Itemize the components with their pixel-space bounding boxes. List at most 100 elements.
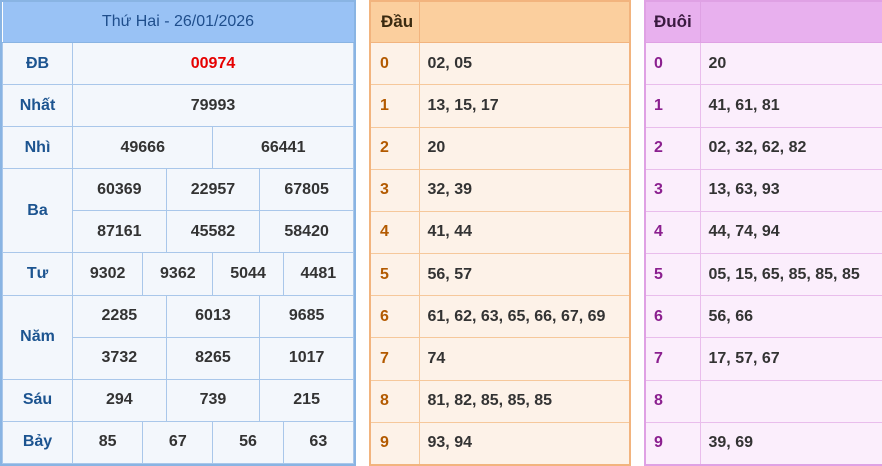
prize-label-nhi: Nhì: [2, 126, 73, 170]
table-row: 0 20: [646, 42, 882, 85]
dau-key: 6: [371, 295, 419, 338]
duoi-key: 7: [646, 337, 700, 381]
prize-value: 8265: [165, 336, 261, 380]
prize-label-ba: Ba: [2, 168, 73, 254]
special-prize-value: 00974: [72, 42, 354, 86]
duoi-key: 3: [646, 168, 700, 212]
table-row: 4 41, 44: [371, 210, 629, 254]
dau-key: 5: [371, 253, 419, 296]
dau-value: 02, 05: [418, 42, 629, 85]
prize-value: 56: [212, 420, 284, 465]
dau-key: 7: [371, 337, 419, 381]
table-row: 4 44, 74, 94: [646, 210, 882, 254]
table-row: 3 13, 63, 93: [646, 168, 882, 212]
duoi-key: 6: [646, 295, 700, 338]
duoi-value: 41, 61, 81: [699, 84, 882, 128]
dau-key: 9: [371, 421, 419, 464]
prize-value: 9685: [259, 294, 354, 338]
table-row: 1 13, 15, 17: [371, 84, 629, 128]
duoi-panel: Đuôi 0 20 1 41, 61, 81 2 02, 32, 62, 82 3 13…: [644, 0, 882, 466]
prize-value: 45582: [165, 210, 261, 254]
duoi-table: Đuôi 0 20 1 41, 61, 81 2 02, 32, 62, 82 3 13…: [646, 2, 882, 464]
prize-value: 215: [259, 378, 354, 422]
dau-key: 3: [371, 168, 419, 212]
dau-key: 2: [371, 126, 419, 170]
dau-key: 0: [371, 42, 419, 85]
table-row: 0 02, 05: [371, 42, 629, 85]
duoi-header: Đuôi: [646, 2, 700, 44]
table-row: 2 20: [371, 126, 629, 170]
dau-value: 20: [418, 126, 629, 170]
table-row: 5 05, 15, 65, 85, 85, 85: [646, 253, 882, 296]
table-row: 5 56, 57: [371, 253, 629, 296]
prize-label-nhat: Nhất: [2, 84, 73, 128]
dau-header-row: Đầu: [371, 2, 629, 44]
dau-header-blank: [418, 2, 629, 44]
duoi-value: 05, 15, 65, 85, 85, 85: [699, 253, 882, 296]
dau-value: 93, 94: [418, 421, 629, 464]
duoi-key: 0: [646, 42, 700, 85]
table-row: 6 56, 66: [646, 295, 882, 338]
prize-value: 1017: [259, 336, 354, 380]
prize-label-db: ĐB: [2, 42, 73, 86]
table-row: ĐB 00974: [2, 42, 354, 86]
table-row: Ba 60369 22957 67805: [2, 168, 354, 254]
table-row: Năm 2285 6013 9685: [2, 294, 354, 380]
prize-value: 67: [142, 420, 214, 465]
table-row: 8: [646, 379, 882, 423]
prize-value: 5044: [212, 252, 284, 296]
prize-value: 739: [165, 378, 261, 422]
duoi-value: 20: [699, 42, 882, 85]
table-row: 7 74: [371, 337, 629, 381]
dau-table: Đầu 0 02, 05 1 13, 15, 17 2 20 3 32, 39 4 41,…: [371, 2, 629, 464]
duoi-value: [699, 379, 882, 423]
prize-label-sau: Sáu: [2, 378, 73, 422]
prize-value: 4481: [282, 252, 355, 296]
dau-key: 8: [371, 379, 419, 423]
duoi-key: 1: [646, 84, 700, 128]
prize-label-tu: Tư: [2, 252, 73, 296]
prize-value: 67805: [259, 168, 354, 212]
duoi-value: 13, 63, 93: [699, 168, 882, 212]
prize-label-bay: Bảy: [2, 420, 73, 465]
duoi-value: 44, 74, 94: [699, 210, 882, 254]
duoi-key: 9: [646, 421, 700, 464]
prize-value: 87161: [72, 210, 167, 254]
duoi-header-blank: [699, 2, 882, 44]
table-row: 8 81, 82, 85, 85, 85: [371, 379, 629, 423]
prize-value: 66441: [212, 126, 354, 170]
duoi-key: 8: [646, 379, 700, 423]
prize-value: 79993: [72, 84, 354, 128]
duoi-value: 56, 66: [699, 295, 882, 338]
table-row: 3 32, 39: [371, 168, 629, 212]
results-header-row: Thứ Hai - 26/01/2026: [2, 2, 354, 44]
prize-value: 22957: [165, 168, 261, 212]
dau-value: 61, 62, 63, 65, 66, 67, 69: [418, 295, 629, 338]
table-row: 9 39, 69: [646, 421, 882, 464]
table-row: Tư 9302 9362 5044 4481: [2, 252, 355, 296]
table-row: 7 17, 57, 67: [646, 337, 882, 381]
prize-value: 9362: [142, 252, 214, 296]
table-row: 6 61, 62, 63, 65, 66, 67, 69: [371, 295, 629, 338]
prize-value: 85: [71, 420, 144, 465]
duoi-key: 2: [646, 126, 700, 170]
prize-value: 6013: [165, 294, 261, 338]
duoi-value: 17, 57, 67: [699, 337, 882, 381]
results-table: Thứ Hai - 26/01/2026 ĐB 00974 Nhất 79993…: [2, 2, 355, 465]
dau-value: 74: [418, 337, 629, 381]
results-panel: Thứ Hai - 26/01/2026 ĐB 00974 Nhất 79993…: [0, 0, 356, 466]
table-row: 9 93, 94: [371, 421, 629, 464]
dau-value: 32, 39: [418, 168, 629, 212]
table-row: Bảy 85 67 56 63: [2, 420, 355, 465]
prize-value: 49666: [71, 126, 214, 170]
duoi-header-row: Đuôi: [646, 2, 882, 44]
prize-value: 9302: [71, 252, 144, 296]
dau-key: 1: [371, 84, 419, 128]
prize-value: 63: [282, 420, 355, 465]
dau-header: Đầu: [371, 2, 419, 44]
prize-label-nam: Năm: [2, 294, 73, 380]
prize-value: 60369: [72, 168, 167, 212]
dau-value: 41, 44: [418, 210, 629, 254]
prize-value: 3732: [72, 336, 167, 380]
table-row: 1 41, 61, 81: [646, 84, 882, 128]
